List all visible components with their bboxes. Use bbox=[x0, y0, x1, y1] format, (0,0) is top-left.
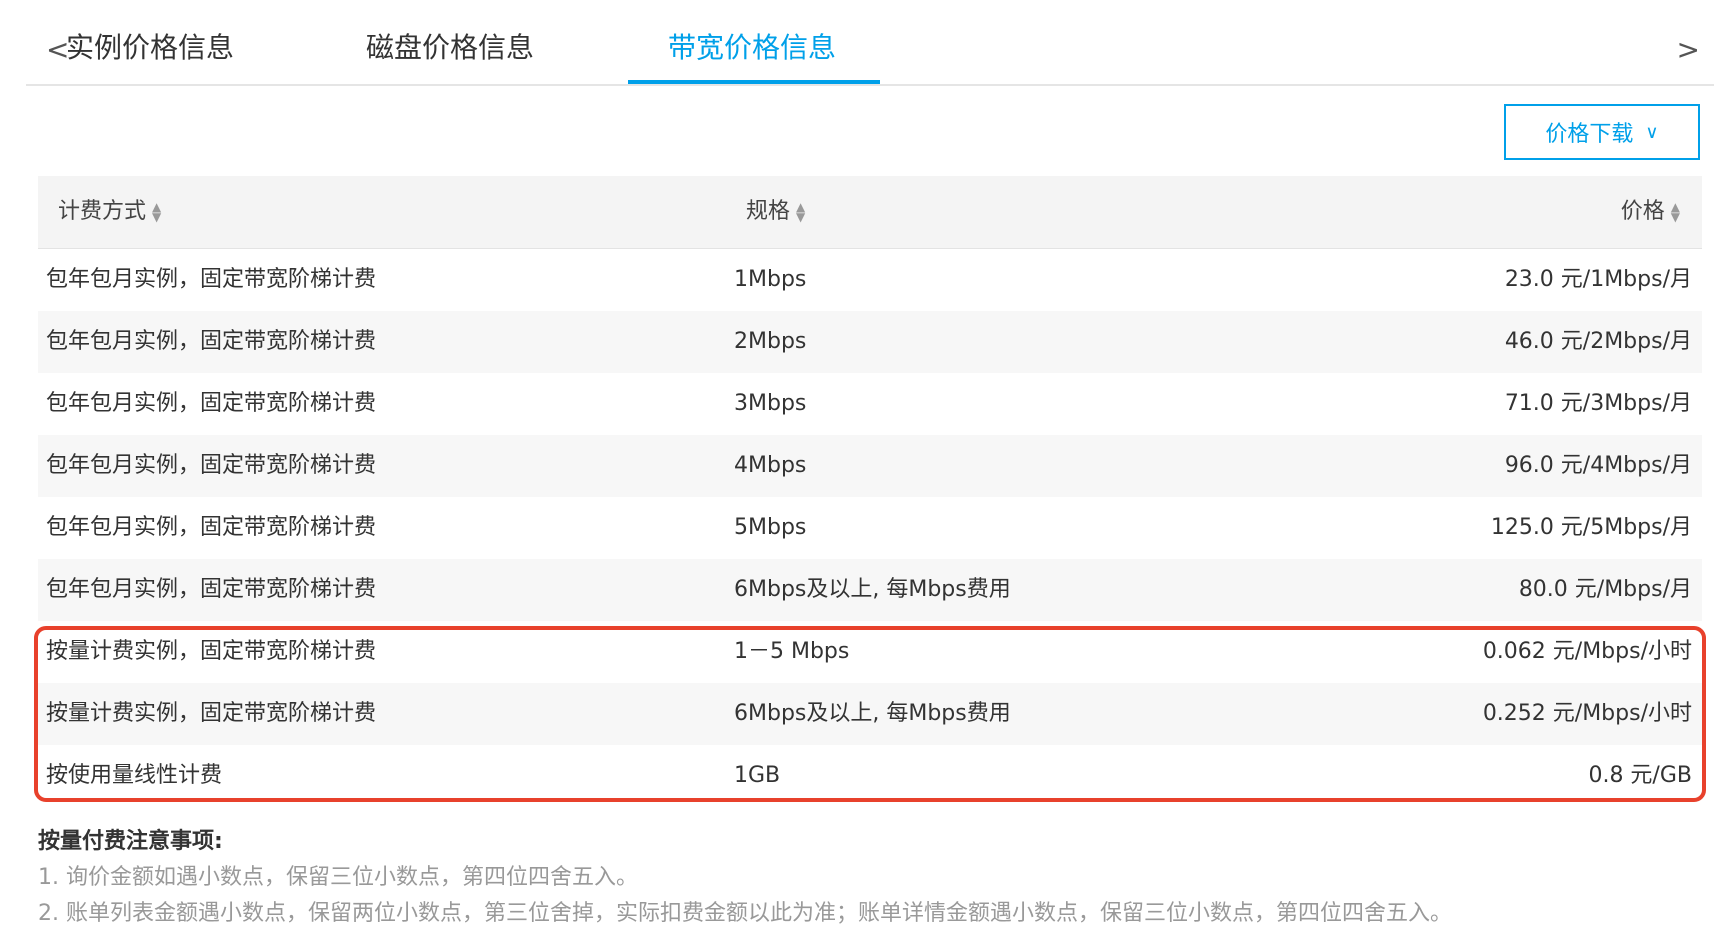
cell-spec: 6Mbps及以上, 每Mbps费用 bbox=[734, 577, 1011, 602]
cell-spec: 1－5 Mbps bbox=[734, 639, 850, 664]
cell-billing-method: 包年包月实例，固定带宽阶梯计费 bbox=[46, 267, 377, 292]
table-row: 包年包月实例，固定带宽阶梯计费 4Mbps 96.0 元/4Mbps/月 bbox=[38, 435, 1702, 497]
sort-icon[interactable]: ▲ ▼ bbox=[152, 201, 161, 223]
cell-spec: 6Mbps及以上, 每Mbps费用 bbox=[734, 701, 1011, 726]
cell-spec: 5Mbps bbox=[734, 515, 807, 540]
note-item: 1. 询价金额如遇小数点，保留三位小数点，第四位四舍五入。 bbox=[38, 865, 638, 890]
cell-price: 0.8 元/GB bbox=[1588, 763, 1692, 788]
cell-billing-method: 按量计费实例，固定带宽阶梯计费 bbox=[46, 639, 377, 664]
cell-price: 0.062 元/Mbps/小时 bbox=[1482, 639, 1692, 664]
column-header-price[interactable]: 价格 ▲ ▼ bbox=[1621, 176, 1680, 248]
price-download-button[interactable]: 价格下载 ∨ bbox=[1504, 104, 1700, 160]
column-header-label: 价格 bbox=[1620, 199, 1665, 224]
cell-billing-method: 包年包月实例，固定带宽阶梯计费 bbox=[46, 577, 377, 602]
cell-spec: 3Mbps bbox=[734, 391, 807, 416]
table-row: 按量计费实例，固定带宽阶梯计费 6Mbps及以上, 每Mbps费用 0.252 … bbox=[38, 683, 1702, 745]
tab-scroll-right-icon[interactable]: > bbox=[1677, 30, 1700, 70]
sort-icon[interactable]: ▲ ▼ bbox=[796, 201, 805, 223]
table-row: 包年包月实例，固定带宽阶梯计费 5Mbps 125.0 元/5Mbps/月 bbox=[38, 497, 1702, 559]
sort-icon[interactable]: ▲ ▼ bbox=[1671, 201, 1680, 223]
active-tab-indicator bbox=[628, 80, 880, 84]
table-row: 按量计费实例，固定带宽阶梯计费 1－5 Mbps 0.062 元/Mbps/小时 bbox=[38, 621, 1702, 683]
cell-price: 80.0 元/Mbps/月 bbox=[1518, 577, 1692, 602]
notes-title: 按量付费注意事项: bbox=[38, 829, 223, 854]
price-download-label: 价格下载 bbox=[1545, 122, 1634, 147]
tab-bar: < 实例价格信息 磁盘价格信息 带宽价格信息 > bbox=[26, 0, 1714, 86]
cell-spec: 4Mbps bbox=[734, 453, 807, 478]
cell-billing-method: 包年包月实例，固定带宽阶梯计费 bbox=[46, 515, 377, 540]
cell-price: 46.0 元/2Mbps/月 bbox=[1504, 329, 1692, 354]
table-row: 包年包月实例，固定带宽阶梯计费 6Mbps及以上, 每Mbps费用 80.0 元… bbox=[38, 559, 1702, 621]
table-row: 包年包月实例，固定带宽阶梯计费 2Mbps 46.0 元/2Mbps/月 bbox=[38, 311, 1702, 373]
cell-billing-method: 包年包月实例，固定带宽阶梯计费 bbox=[46, 391, 377, 416]
table-header: 计费方式 ▲ ▼ 规格 ▲ ▼ 价格 ▲ ▼ bbox=[38, 176, 1702, 249]
cell-spec: 2Mbps bbox=[734, 329, 807, 354]
column-header-spec[interactable]: 规格 ▲ ▼ bbox=[746, 176, 805, 248]
cell-spec: 1GB bbox=[734, 763, 781, 788]
chevron-down-icon: ∨ bbox=[1645, 121, 1659, 143]
column-header-billing-method[interactable]: 计费方式 ▲ ▼ bbox=[58, 176, 161, 248]
price-table: 计费方式 ▲ ▼ 规格 ▲ ▼ 价格 ▲ ▼ 包年包月实例，固定带宽阶梯计费 1Mbps 2… bbox=[38, 176, 1702, 807]
cell-price: 0.252 元/Mbps/小时 bbox=[1482, 701, 1692, 726]
cell-billing-method: 包年包月实例，固定带宽阶梯计费 bbox=[46, 453, 377, 478]
cell-billing-method: 按量计费实例，固定带宽阶梯计费 bbox=[46, 701, 377, 726]
table-row: 包年包月实例，固定带宽阶梯计费 1Mbps 23.0 元/1Mbps/月 bbox=[38, 249, 1702, 311]
cell-price: 23.0 元/1Mbps/月 bbox=[1504, 267, 1692, 292]
tab-instance-price[interactable]: 实例价格信息 bbox=[66, 26, 234, 70]
column-header-label: 规格 bbox=[746, 199, 791, 224]
cell-price: 125.0 元/5Mbps/月 bbox=[1490, 515, 1692, 540]
cell-spec: 1Mbps bbox=[734, 267, 807, 292]
tab-bandwidth-price[interactable]: 带宽价格信息 bbox=[668, 26, 836, 70]
cell-price: 71.0 元/3Mbps/月 bbox=[1504, 391, 1692, 416]
cell-billing-method: 按使用量线性计费 bbox=[46, 763, 223, 788]
table-row: 包年包月实例，固定带宽阶梯计费 3Mbps 71.0 元/3Mbps/月 bbox=[38, 373, 1702, 435]
cell-price: 96.0 元/4Mbps/月 bbox=[1504, 453, 1692, 478]
tab-disk-price[interactable]: 磁盘价格信息 bbox=[366, 26, 534, 70]
column-header-label: 计费方式 bbox=[58, 199, 147, 224]
cell-billing-method: 包年包月实例，固定带宽阶梯计费 bbox=[46, 329, 377, 354]
table-row: 按使用量线性计费 1GB 0.8 元/GB bbox=[38, 745, 1702, 807]
note-item: 2. 账单列表金额遇小数点，保留两位小数点，第三位舍掉，实际扣费金额以此为准；账… bbox=[38, 901, 1452, 926]
pay-as-you-go-notes: 按量付费注意事项: 1. 询价金额如遇小数点，保留三位小数点，第四位四舍五入。 … bbox=[38, 824, 1698, 932]
